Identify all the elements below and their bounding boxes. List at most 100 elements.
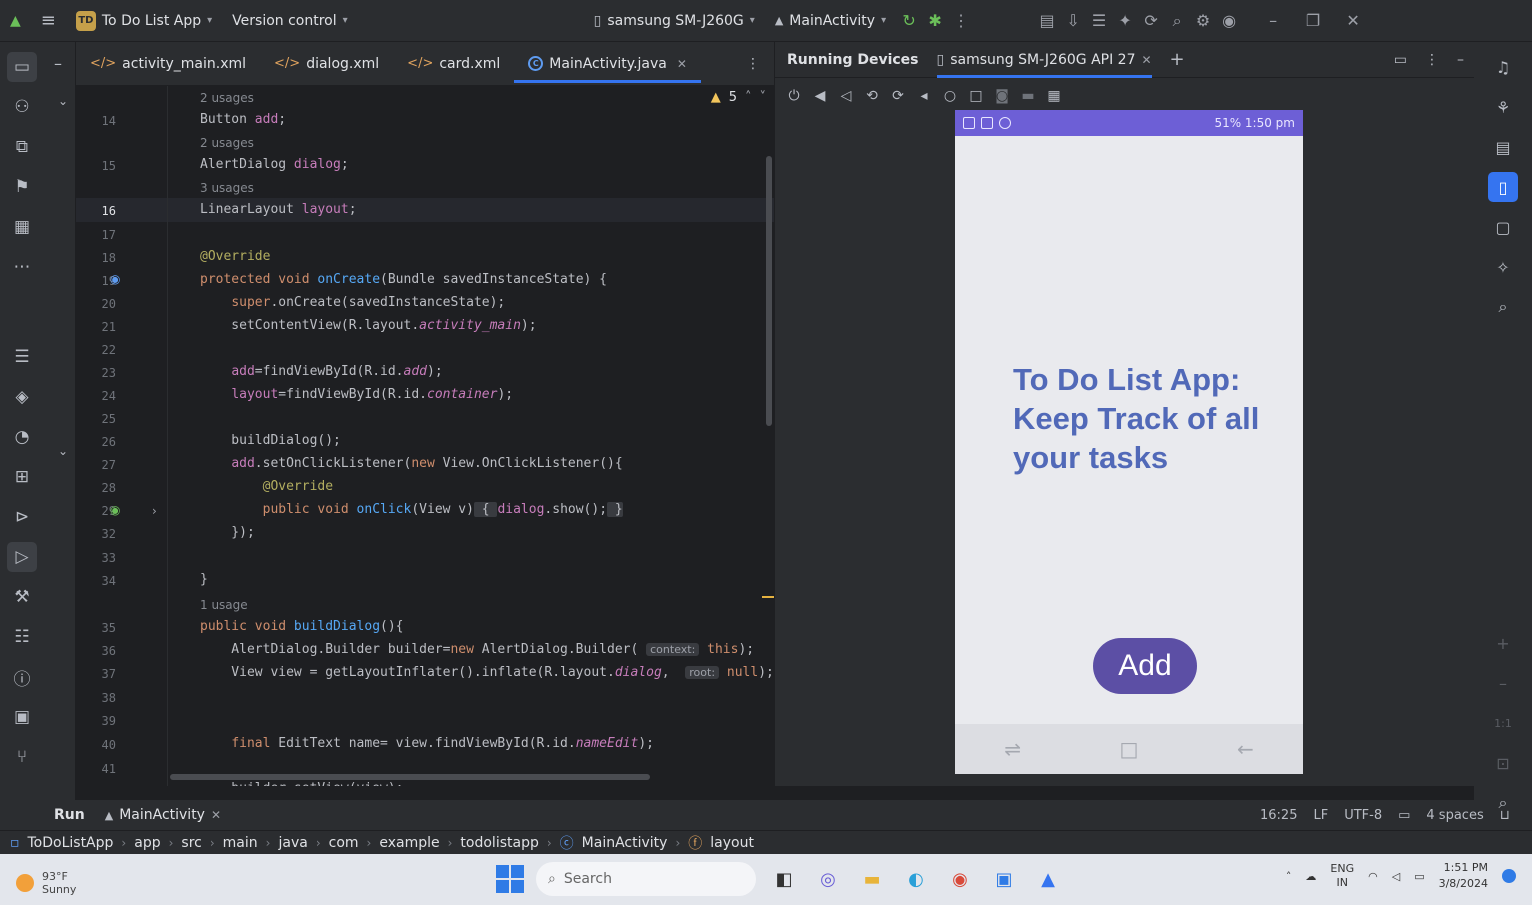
rotate-left-icon[interactable]: ⟲ bbox=[863, 88, 881, 104]
lock-icon[interactable]: ⊔ bbox=[1500, 808, 1510, 823]
rerun-icon[interactable]: ↻ bbox=[896, 8, 922, 34]
fold-chevron-icon[interactable]: › bbox=[152, 504, 157, 518]
commit-icon[interactable]: ⚇ bbox=[7, 92, 37, 122]
zoom-actual-icon[interactable]: 1:1 bbox=[1488, 708, 1518, 738]
chevron-up-icon[interactable]: ˄ bbox=[745, 90, 752, 105]
overview-icon[interactable]: □ bbox=[967, 88, 985, 104]
structure-icon[interactable]: ⧉ bbox=[7, 132, 37, 162]
gradle-icon[interactable]: ⚘ bbox=[1488, 92, 1518, 122]
breadcrumb-item[interactable]: app bbox=[134, 835, 160, 851]
notification-badge-icon[interactable] bbox=[1502, 869, 1516, 883]
implements-gutter-icon[interactable]: ◉ bbox=[110, 503, 120, 517]
run-tab[interactable]: ▲ MainActivity ✕ bbox=[95, 807, 231, 823]
close-tab-icon[interactable]: ✕ bbox=[1141, 53, 1151, 67]
file-explorer-icon[interactable]: ▬ bbox=[856, 863, 888, 895]
windows-start-icon[interactable] bbox=[496, 865, 524, 893]
tab-dialog-xml[interactable]: </> dialog.xml bbox=[260, 42, 393, 86]
recents-icon[interactable]: ⇌ bbox=[1004, 737, 1021, 761]
indent-setting[interactable]: 4 spaces bbox=[1426, 808, 1483, 823]
resource-manager-icon[interactable]: ▦ bbox=[7, 212, 37, 242]
weather-widget[interactable]: 93°F Sunny bbox=[16, 870, 76, 896]
debug-icon[interactable]: ✱ bbox=[922, 8, 948, 34]
onedrive-icon[interactable]: ☁ bbox=[1305, 870, 1316, 883]
zoom-fit-icon[interactable]: ⊡ bbox=[1488, 748, 1518, 778]
restore-icon[interactable]: ❐ bbox=[1300, 8, 1326, 34]
language-indicator[interactable]: ENG IN bbox=[1330, 862, 1354, 890]
volume-icon[interactable]: ◁ bbox=[1392, 870, 1400, 883]
add-device-icon[interactable]: + bbox=[1170, 49, 1185, 70]
close-tab-icon[interactable]: ✕ bbox=[211, 808, 221, 822]
home-icon[interactable]: ○ bbox=[941, 88, 959, 104]
chevron-down-icon[interactable]: ⌄ bbox=[58, 94, 68, 108]
main-menu-icon[interactable]: ≡ bbox=[31, 10, 66, 31]
vertical-scrollbar[interactable] bbox=[766, 156, 772, 426]
run-config-selector[interactable]: ▲ MainActivity ▾ bbox=[765, 13, 896, 29]
device-tab[interactable]: ▯ samsung SM-J260G API 27 ✕ bbox=[936, 42, 1152, 78]
warning-marker[interactable] bbox=[762, 596, 774, 598]
code-editor[interactable]: 14 15 16 17 18 19 20 21 22 23 24 25 26 2… bbox=[76, 86, 774, 786]
breadcrumb-item[interactable]: todolistapp bbox=[460, 835, 538, 851]
chevron-down-icon[interactable]: ⌄ bbox=[58, 444, 68, 458]
android-studio-icon[interactable]: ▲ bbox=[1032, 863, 1064, 895]
usage-hint[interactable]: 3 usages bbox=[200, 181, 254, 195]
build-variants-icon[interactable]: ⊞ bbox=[7, 462, 37, 492]
device-manager-icon[interactable]: ▤ bbox=[1034, 8, 1060, 34]
rotate-right-icon[interactable]: ⟳ bbox=[889, 88, 907, 104]
usage-hint[interactable]: 1 usage bbox=[200, 598, 248, 612]
usage-hint[interactable]: 2 usages bbox=[200, 136, 254, 150]
store-icon[interactable]: ▣ bbox=[988, 863, 1020, 895]
device-selector[interactable]: ▯ samsung SM-J260G ▾ bbox=[584, 13, 765, 29]
taskbar-search[interactable]: ⌕ Search bbox=[536, 862, 756, 896]
screenshot-icon[interactable]: ◙ bbox=[993, 88, 1011, 104]
close-tab-icon[interactable]: ✕ bbox=[677, 57, 687, 71]
breadcrumb-item[interactable]: com bbox=[329, 835, 359, 851]
tab-card-xml[interactable]: </> card.xml bbox=[393, 42, 514, 86]
usage-hint[interactable]: 2 usages bbox=[200, 91, 254, 105]
caret-position[interactable]: 16:25 bbox=[1260, 808, 1297, 823]
readonly-toggle-icon[interactable]: ▭ bbox=[1398, 808, 1410, 823]
tab-mainactivity-java[interactable]: C MainActivity.java ✕ bbox=[514, 42, 701, 86]
project-selector[interactable]: TD To Do List App ▾ bbox=[66, 10, 222, 31]
home-icon[interactable]: □ bbox=[1120, 737, 1139, 761]
task-view-icon[interactable]: ◧ bbox=[768, 863, 800, 895]
account-icon[interactable]: ◉ bbox=[1216, 8, 1242, 34]
close-window-icon[interactable]: ✕ bbox=[1340, 8, 1366, 34]
breadcrumb-item[interactable]: ToDoListApp bbox=[28, 835, 114, 851]
breadcrumb-item[interactable]: main bbox=[223, 835, 258, 851]
add-button[interactable]: Add bbox=[1093, 638, 1197, 694]
screen-record-icon[interactable]: ▬ bbox=[1019, 88, 1037, 104]
breadcrumb-item[interactable]: layout bbox=[710, 835, 754, 851]
minimize-icon[interactable]: – bbox=[1260, 8, 1286, 34]
gem-icon[interactable]: ◈ bbox=[7, 382, 37, 412]
problems-icon[interactable]: ⓘ bbox=[7, 662, 37, 692]
back-arrow-icon[interactable]: ← bbox=[1237, 737, 1254, 761]
chrome-icon[interactable]: ◉ bbox=[944, 863, 976, 895]
wifi-icon[interactable]: ◠ bbox=[1368, 870, 1378, 883]
collapse-icon[interactable]: – bbox=[54, 54, 62, 73]
services-icon[interactable]: ⊳ bbox=[7, 502, 37, 532]
running-devices-icon[interactable]: ▯ bbox=[1488, 172, 1518, 202]
project-folder-icon[interactable]: ▭ bbox=[7, 52, 37, 82]
panel-more-icon[interactable]: ⋮ bbox=[1425, 52, 1439, 68]
run-icon[interactable]: ▷ bbox=[7, 542, 37, 572]
volume-down-icon[interactable]: ◁ bbox=[837, 88, 855, 104]
device-manager-icon[interactable]: ▢ bbox=[1488, 212, 1518, 242]
chevron-down-icon[interactable]: ˅ bbox=[760, 90, 767, 105]
plugins-icon[interactable]: ✦ bbox=[1112, 8, 1138, 34]
profiler-icon[interactable]: ◔ bbox=[7, 422, 37, 452]
sync-gradle-icon[interactable]: ⟳ bbox=[1138, 8, 1164, 34]
override-gutter-icon[interactable]: ◉ bbox=[110, 272, 120, 286]
tabs-more-icon[interactable]: ⋮ bbox=[746, 56, 760, 72]
logcat-icon[interactable]: ☷ bbox=[7, 622, 37, 652]
gemini-icon[interactable]: ✧ bbox=[1488, 252, 1518, 282]
battery-icon[interactable]: ▭ bbox=[1414, 870, 1424, 883]
power-icon[interactable]: ⏻ bbox=[785, 88, 803, 104]
breadcrumb-item[interactable]: src bbox=[181, 835, 201, 851]
search-icon[interactable]: ⌕ bbox=[1164, 8, 1190, 34]
run-tool-label[interactable]: Run bbox=[44, 807, 95, 823]
terminal-icon[interactable]: ▣ bbox=[7, 702, 37, 732]
tab-activity-main-xml[interactable]: </> activity_main.xml bbox=[76, 42, 260, 86]
bookmarks-icon[interactable]: ⚑ bbox=[7, 172, 37, 202]
device-file-explorer-icon[interactable]: ▤ bbox=[1488, 132, 1518, 162]
breadcrumb-item[interactable]: java bbox=[278, 835, 307, 851]
